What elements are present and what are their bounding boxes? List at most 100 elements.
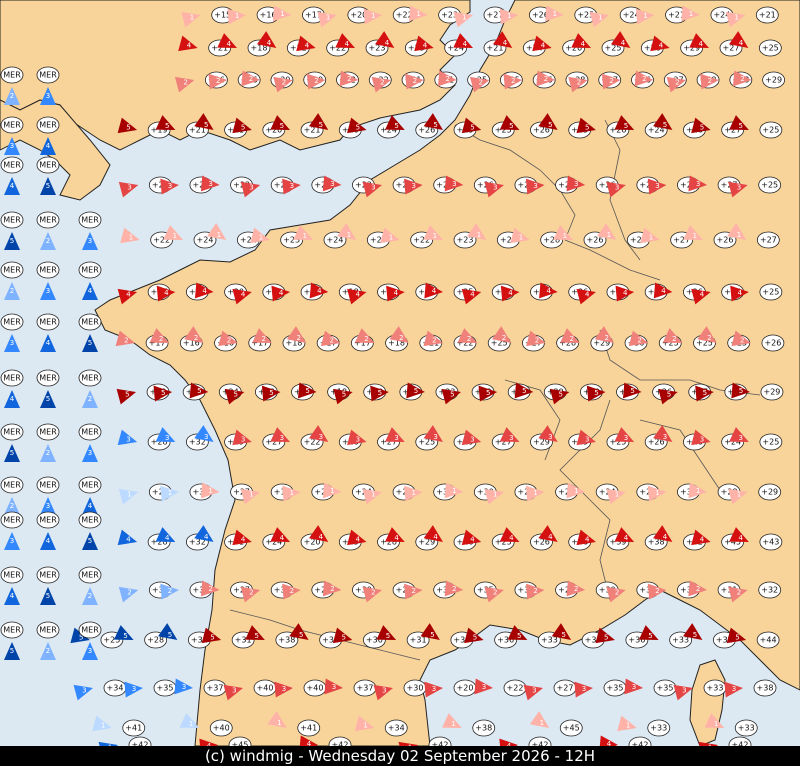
temperature-marker: +30 — [403, 679, 427, 697]
wind-force: 4 — [581, 40, 586, 48]
wind-force: 2 — [467, 335, 471, 343]
wind-force: 5 — [210, 634, 214, 642]
wind-force: 3 — [127, 183, 131, 191]
sea-marker: MER — [36, 261, 60, 279]
wind-force: 1 — [411, 489, 415, 497]
wind-force: 2 — [478, 78, 482, 86]
wind-force: 5 — [233, 390, 237, 398]
sea-marker: MER — [78, 566, 102, 584]
wind-force: 5 — [161, 389, 165, 397]
wind-force: 5 — [473, 634, 477, 642]
wind-force: 2 — [544, 75, 548, 83]
wind-force: 5 — [341, 634, 345, 642]
wind-force: 2 — [642, 75, 646, 83]
wind-force: 5 — [394, 122, 398, 130]
wind-force: 4 — [547, 287, 552, 295]
temperature-marker: +45 — [559, 719, 583, 737]
wind-force: 2 — [502, 334, 506, 342]
sea-label: MER — [81, 374, 99, 383]
sea-label: MER — [39, 428, 57, 437]
wind-force: 3 — [738, 434, 742, 442]
sea-marker: MER — [78, 476, 102, 494]
wind-force: 1 — [693, 232, 697, 240]
wind-force: 5 — [299, 631, 303, 639]
wind-force: 4 — [624, 534, 629, 542]
wind-force: 4 — [319, 533, 324, 541]
sea-marker: MER — [36, 66, 60, 84]
temperature-marker: +25 — [759, 283, 783, 301]
wind-force: 2 — [347, 75, 351, 83]
wind-force: 3 — [624, 434, 628, 442]
wind-force: 3 — [319, 433, 323, 441]
temperature-label: +40 — [213, 724, 230, 733]
wind-force: 2 — [615, 588, 619, 596]
sea-marker: MER — [36, 476, 60, 494]
wind-force: 4 — [659, 42, 664, 50]
wind-force: 4 — [46, 339, 51, 347]
wind-force: 2 — [46, 237, 50, 245]
wind-force: 5 — [165, 122, 169, 130]
temperature-label: +32 — [761, 586, 778, 595]
temperature-label: +45 — [563, 724, 580, 733]
wind-force: 2 — [262, 335, 266, 343]
wind-force: 4 — [356, 290, 361, 298]
temperature-marker: +35 — [153, 679, 177, 697]
wind-force: 5 — [356, 124, 360, 132]
wind-force: 4 — [279, 289, 284, 297]
sea-marker: MER — [36, 313, 60, 331]
wind-force: 3 — [470, 436, 474, 444]
sea-label: MER — [39, 71, 57, 80]
sea-label: MER — [81, 318, 99, 327]
wind-force: 3 — [585, 436, 589, 444]
temperature-label: +27 — [760, 236, 777, 245]
sea-label: MER — [3, 516, 21, 525]
temperature-marker: +33 — [647, 719, 671, 737]
map-canvas: +151 +161 +171 +201 +221 +231 +271 +261 +251 +241… — [0, 0, 800, 746]
temperature-marker: +40 — [209, 719, 233, 737]
wind-force: 3 — [615, 183, 619, 191]
wind-force: 2 — [411, 587, 415, 595]
wind-force: 1 — [101, 722, 105, 730]
wind-force: 3 — [280, 434, 284, 442]
wind-force: 4 — [241, 290, 246, 298]
wind-force: 3 — [663, 433, 667, 441]
sea-marker: MER — [0, 211, 24, 229]
wind-force: 1 — [129, 234, 133, 242]
wind-force: 5 — [663, 121, 667, 129]
wind-force: 2 — [533, 587, 537, 595]
temperature-label: +25 — [762, 126, 779, 135]
temperature-label: +26 — [764, 339, 781, 348]
wind-force: 2 — [740, 75, 744, 83]
temperature-label: +38 — [757, 684, 774, 693]
sea-label: MER — [3, 626, 21, 635]
wind-force: 4 — [204, 533, 209, 541]
wind-force: 3 — [548, 433, 552, 441]
wind-force: 1 — [416, 10, 420, 18]
temperature-label: +44 — [760, 636, 777, 645]
temperature-label: +40 — [307, 684, 324, 693]
wind-force: 2 — [574, 585, 578, 593]
wind-force: 5 — [126, 124, 130, 132]
wind-force: 5 — [585, 124, 589, 132]
sea-marker: MER — [0, 476, 24, 494]
wind-force: 2 — [413, 77, 417, 85]
wind-force: 4 — [699, 40, 704, 48]
wind-force: 4 — [548, 533, 553, 541]
wind-force: 3 — [10, 339, 14, 347]
wind-force: 1 — [326, 13, 330, 21]
wind-force: 4 — [345, 40, 350, 48]
temperature-marker: +41 — [297, 719, 321, 737]
temperature-label: +33 — [707, 684, 724, 693]
wind-force: 2 — [290, 587, 294, 595]
wind-force: 2 — [208, 585, 212, 593]
temperature-marker: +40 — [253, 679, 277, 697]
wind-force: 1 — [737, 231, 741, 239]
temperature-label: +30 — [407, 684, 424, 693]
wind-force: 3 — [682, 686, 686, 694]
wind-force: 3 — [165, 434, 169, 442]
wind-force: 4 — [661, 287, 666, 295]
temperature-marker: +33 — [703, 679, 727, 697]
temperature-marker: +22 — [503, 679, 527, 697]
sea-marker: MER — [78, 511, 102, 529]
wind-force: 5 — [123, 632, 127, 640]
